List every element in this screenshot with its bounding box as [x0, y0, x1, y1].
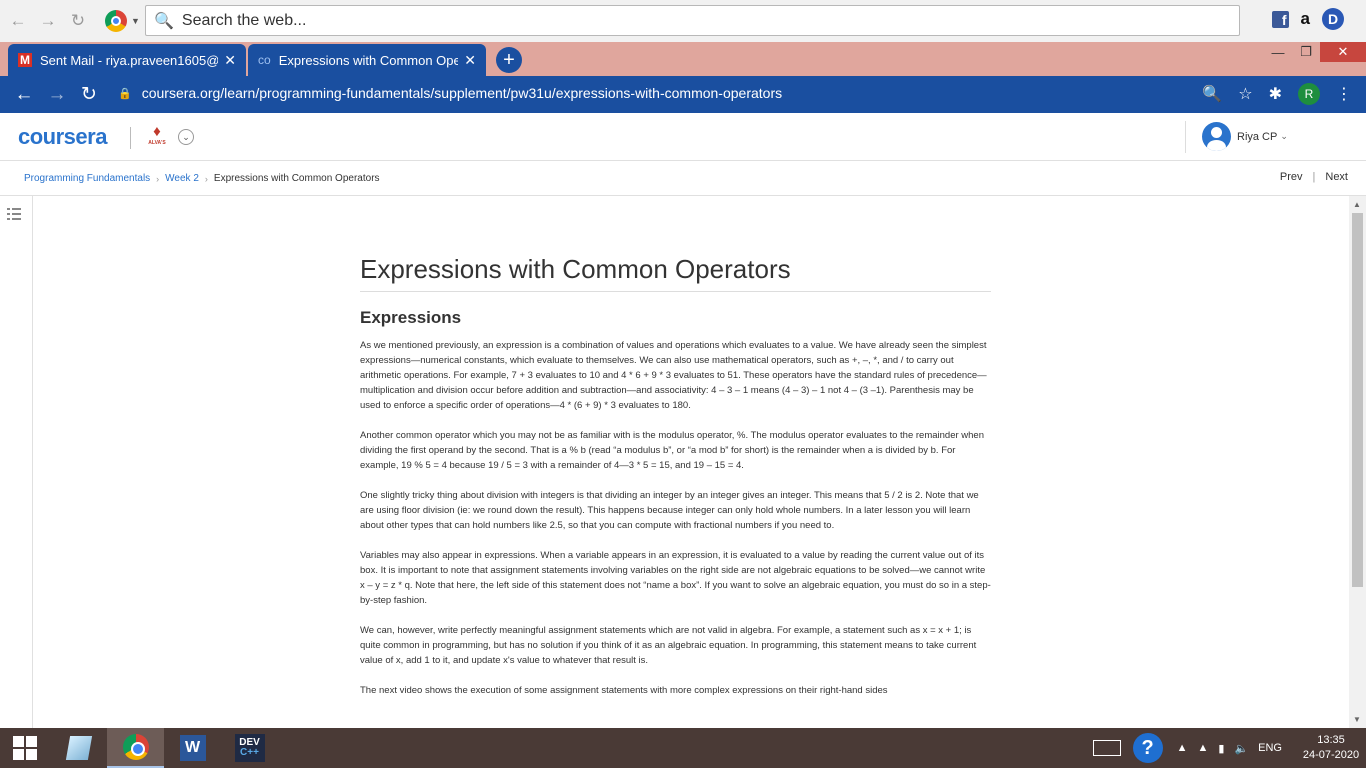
devcpp-label-bottom: C++: [240, 747, 259, 758]
url-text: coursera.org/learn/programming-fundament…: [141, 85, 783, 101]
vertical-scrollbar[interactable]: ▲ ▼: [1349, 196, 1366, 728]
breadcrumb-bar: Programming Fundamentals › Week 2 › Expr…: [0, 161, 1366, 196]
paragraph: Variables may also appear in expressions…: [360, 550, 991, 606]
network-icon[interactable]: ▲: [1198, 742, 1209, 754]
system-tray: ? ▲ ▲ ▮ 🔈 ENG 13:35 24-07-2020: [1092, 728, 1366, 768]
profile-avatar[interactable]: R: [1298, 83, 1320, 105]
breadcrumb-current: Expressions with Common Operators: [213, 173, 380, 184]
paragraph: We can, however, write perfectly meaning…: [360, 625, 977, 666]
scroll-up-icon[interactable]: ▲: [1353, 200, 1361, 209]
scroll-down-icon[interactable]: ▼: [1353, 715, 1361, 724]
chevron-down-icon[interactable]: ▼: [131, 16, 140, 26]
language-indicator[interactable]: ENG: [1258, 742, 1282, 754]
touch-keyboard-icon[interactable]: [1092, 740, 1121, 756]
clock-date: 24-07-2020: [1302, 749, 1360, 761]
volume-icon[interactable]: 🔈: [1234, 742, 1248, 755]
forward-icon[interactable]: →: [37, 10, 59, 32]
close-tab-icon[interactable]: ✕: [464, 52, 476, 69]
page-title: Expressions with Common Operators: [360, 254, 991, 292]
pen-app-button[interactable]: [50, 728, 107, 768]
clock-time: 13:35: [1317, 734, 1345, 746]
divider: [130, 127, 131, 149]
menu-kebab-icon[interactable]: ⋮: [1336, 84, 1352, 104]
search-toolbar: ← → ↻ ▼ 🔍 Search the web... f a D: [0, 0, 1366, 42]
close-tab-icon[interactable]: ✕: [224, 52, 236, 69]
bookmark-star-icon[interactable]: ☆: [1238, 84, 1252, 104]
reload-icon[interactable]: ↻: [67, 10, 89, 32]
back-icon[interactable]: ←: [7, 10, 29, 32]
divider: [1185, 121, 1186, 153]
minimize-button[interactable]: —: [1264, 42, 1292, 62]
help-icon[interactable]: ?: [1132, 733, 1163, 763]
tab-expressions[interactable]: co Expressions with Common Opera ✕: [248, 44, 486, 76]
chevron-down-icon: ⌄: [1280, 131, 1288, 141]
coursera-logo[interactable]: coursera: [18, 124, 107, 150]
section-heading: Expressions: [360, 308, 462, 327]
address-bar: ← → ↻ 🔒 coursera.org/learn/programming-f…: [0, 76, 1366, 113]
chrome-icon: [122, 734, 149, 760]
windows-start-button[interactable]: [0, 728, 50, 768]
url-field[interactable]: 🔒 coursera.org/learn/programming-fundame…: [118, 85, 782, 101]
d-icon[interactable]: D: [1322, 8, 1344, 30]
extensions-icon[interactable]: ✱: [1269, 84, 1282, 104]
pen-app-icon: [65, 736, 92, 760]
search-icon: 🔍: [154, 12, 174, 30]
tab-sent-mail[interactable]: M Sent Mail - riya.praveen1605@gr ✕: [8, 44, 246, 76]
outline-menu-icon[interactable]: [7, 208, 21, 222]
amazon-icon[interactable]: a: [1301, 9, 1310, 29]
user-avatar-icon: [1202, 122, 1231, 151]
next-button[interactable]: Next: [1325, 171, 1348, 183]
breadcrumb-week[interactable]: Week 2: [165, 173, 199, 184]
chevron-right-icon: ›: [156, 173, 160, 184]
gmail-icon: M: [18, 53, 32, 67]
scroll-thumb[interactable]: [1352, 213, 1363, 587]
chevron-down-icon[interactable]: ⌄: [178, 129, 194, 145]
breadcrumb-course[interactable]: Programming Fundamentals: [24, 173, 150, 184]
partner-logo[interactable]: ♦ ALVA'S: [146, 124, 168, 150]
battery-icon[interactable]: ▮: [1218, 742, 1224, 755]
back-icon[interactable]: ←: [13, 84, 35, 106]
prev-button[interactable]: Prev: [1280, 171, 1303, 183]
new-tab-button[interactable]: +: [496, 47, 522, 73]
forward-icon[interactable]: →: [46, 84, 68, 106]
paragraph: As we mentioned previously, an expressio…: [360, 340, 987, 411]
reload-icon[interactable]: ↻: [78, 83, 100, 106]
close-window-button[interactable]: ✕: [1320, 42, 1366, 62]
clock[interactable]: 13:35 24-07-2020: [1296, 733, 1366, 763]
search-placeholder: Search the web...: [181, 11, 307, 29]
user-menu[interactable]: Riya CP ⌄: [1202, 122, 1288, 151]
chevron-up-icon[interactable]: ▲: [1177, 742, 1188, 754]
lock-icon: 🔒: [118, 87, 132, 100]
coursera-header: coursera ♦ ALVA'S ⌄ Riya CP ⌄: [0, 113, 1366, 161]
zoom-icon[interactable]: 🔍: [1202, 84, 1222, 104]
devcpp-taskbar-button[interactable]: DEV C++: [221, 728, 278, 768]
flame-icon: ♦: [153, 123, 161, 140]
taskbar: W DEV C++ ? ▲ ▲ ▮ 🔈 ENG 13:35 24-07-2020: [0, 728, 1366, 768]
divider: |: [1312, 171, 1316, 183]
tab-title: Sent Mail - riya.praveen1605@gr: [40, 52, 219, 68]
paragraph: The next video shows the execution of so…: [360, 685, 888, 696]
tab-title: Expressions with Common Opera: [278, 52, 459, 68]
chrome-icon[interactable]: [105, 10, 127, 32]
paragraph: Another common operator which you may no…: [360, 430, 984, 471]
coursera-icon: co: [258, 53, 271, 67]
chevron-right-icon: ›: [204, 173, 208, 184]
reading-content: Expressions with Common Operators Expres…: [33, 196, 1349, 728]
article: Expressions with Common Operators Expres…: [360, 254, 991, 713]
word-taskbar-button[interactable]: W: [164, 728, 221, 768]
word-icon: W: [179, 735, 206, 761]
tab-strip: M Sent Mail - riya.praveen1605@gr ✕ co E…: [0, 42, 1366, 76]
facebook-icon[interactable]: f: [1271, 10, 1289, 28]
partner-name: ALVA'S: [148, 140, 166, 146]
breadcrumb: Programming Fundamentals › Week 2 › Expr…: [24, 173, 380, 184]
chrome-taskbar-button[interactable]: [107, 728, 164, 768]
maximize-button[interactable]: ❐: [1292, 42, 1320, 62]
user-name: Riya CP: [1237, 130, 1278, 143]
web-search-input[interactable]: 🔍 Search the web...: [145, 5, 1240, 36]
left-rail: [0, 196, 33, 728]
windows-start-icon: [13, 736, 37, 760]
paragraph: One slightly tricky thing about division…: [360, 490, 979, 531]
devcpp-icon: DEV C++: [234, 734, 265, 762]
